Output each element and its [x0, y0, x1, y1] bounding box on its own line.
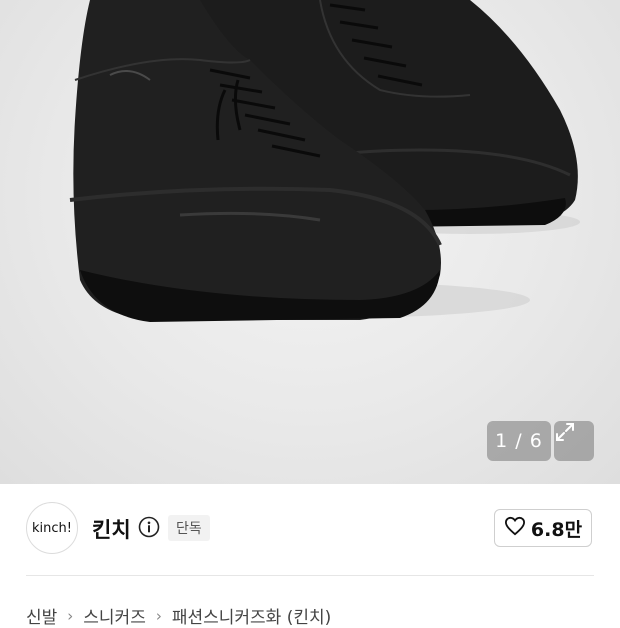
- fullscreen-button[interactable]: [554, 421, 594, 461]
- info-icon[interactable]: [138, 516, 160, 538]
- heart-outline-icon: [504, 516, 526, 540]
- like-count: 6.8만: [530, 518, 583, 541]
- like-button[interactable]: 6.8만: [494, 509, 592, 547]
- brand-name[interactable]: 킨치: [92, 514, 131, 544]
- chevron-right-icon: ›: [155, 606, 162, 625]
- product-photo-black-sneakers: [69, 0, 580, 322]
- breadcrumb-item-fashion-sneakers[interactable]: 패션스니커즈화 (킨치): [172, 603, 331, 628]
- divider: [26, 575, 594, 576]
- breadcrumb-item-sneakers[interactable]: 스니커즈: [83, 603, 146, 628]
- exclusive-badge: 단독: [168, 515, 210, 541]
- breadcrumb: 신발 › 스니커즈 › 패션스니커즈화 (킨치): [26, 603, 331, 628]
- breadcrumb-item-shoes[interactable]: 신발: [26, 603, 57, 628]
- chevron-right-icon: ›: [67, 606, 74, 625]
- image-counter: 1 / 6: [487, 421, 551, 461]
- brand-row: kinch! 킨치 단독 6.8만: [0, 484, 620, 574]
- brand-logo-avatar[interactable]: kinch!: [26, 502, 78, 554]
- product-image-gallery[interactable]: 1 / 6: [0, 0, 620, 484]
